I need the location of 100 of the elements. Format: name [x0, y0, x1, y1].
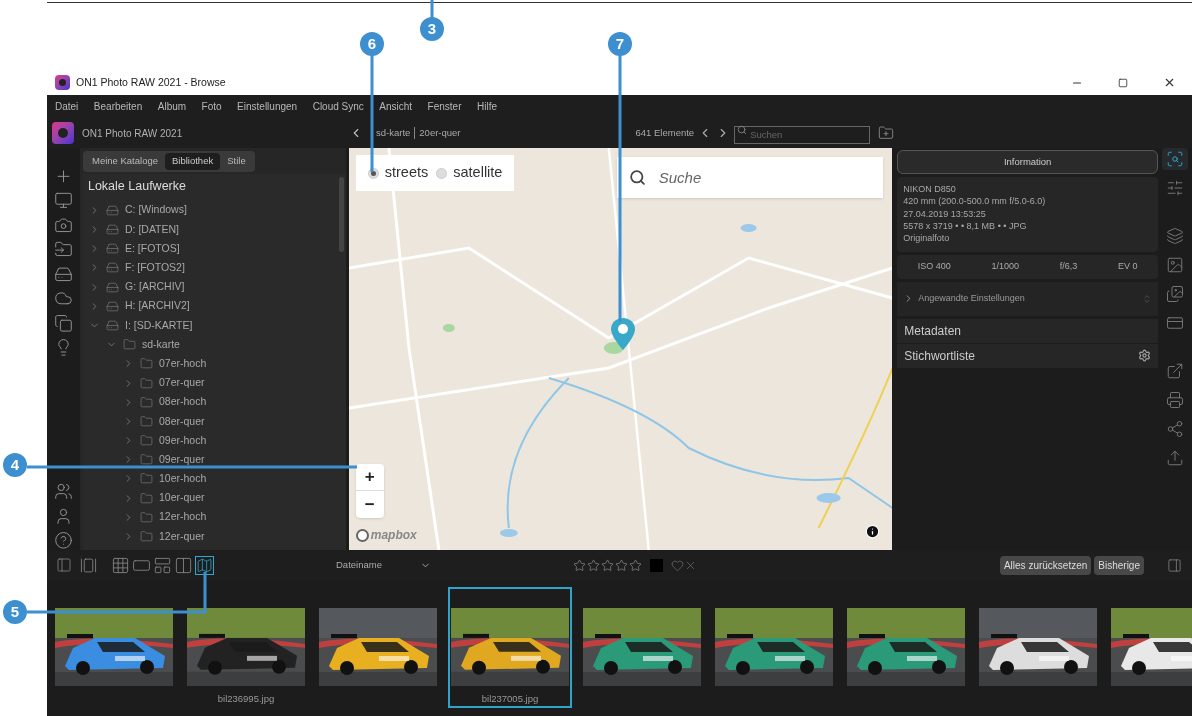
tree-label: D: [DATEN]	[124, 221, 180, 237]
folder-icon	[139, 395, 153, 409]
tree-item[interactable]: 07er-quer	[82, 373, 339, 393]
folder-icon	[139, 453, 153, 467]
tree-item[interactable]: 10er-hoch	[82, 469, 339, 489]
grid-view-icon[interactable]	[111, 555, 130, 575]
filmstrip-view-icon[interactable]	[153, 555, 172, 575]
section-header[interactable]: Metadaten	[897, 319, 1159, 343]
compare-view-icon[interactable]	[174, 555, 193, 575]
help-icon[interactable]	[54, 531, 73, 550]
radio-option[interactable]: satellite	[436, 162, 503, 184]
star-icon[interactable]	[614, 558, 628, 572]
info-line: 5578 x 3719 • • 8,1 MB • • JPG	[903, 220, 1028, 233]
exif-value: EV 0	[1118, 260, 1138, 274]
camera-icon[interactable]	[54, 215, 73, 235]
tree-item[interactable]: I: [SD-KARTE]	[82, 315, 339, 336]
folder-icon[interactable]	[54, 240, 73, 259]
star-icon[interactable]	[628, 558, 642, 572]
menu-item[interactable]: Cloud Sync	[312, 99, 364, 114]
star-icon[interactable]	[572, 558, 586, 572]
breadcrumb-item[interactable]: sd-karte	[376, 125, 411, 141]
folder-icon	[139, 472, 153, 486]
menu-item[interactable]: Ansicht	[379, 99, 413, 114]
tree-item[interactable]: 10er-quer	[82, 488, 339, 508]
sort-dropdown[interactable]: Dateiname	[336, 557, 431, 573]
menu-item[interactable]: Hilfe	[477, 99, 497, 114]
breadcrumb-item[interactable]: 20er-quer	[419, 125, 461, 141]
folder-icon	[139, 376, 153, 390]
tree-item[interactable]: 12er-quer	[82, 526, 339, 547]
tree-item[interactable]: E: [FOTOS]	[82, 239, 339, 259]
map-view-icon[interactable]	[195, 555, 214, 575]
menu-item[interactable]: Fenster	[427, 99, 462, 114]
settings-icon[interactable]	[1138, 349, 1152, 363]
section-header[interactable]: Stichwortliste	[897, 344, 1159, 368]
tree-item[interactable]: H: [ARCHIV2]	[82, 296, 339, 316]
tree-item[interactable]: sd-karte	[82, 335, 339, 355]
color-label-icon[interactable]	[649, 558, 663, 572]
tree-item[interactable]: 08er-hoch	[82, 392, 339, 412]
tree-item[interactable]: 12er-hoch	[82, 507, 339, 527]
info-icon[interactable]	[865, 524, 881, 539]
panel-tab[interactable]: Meine Kataloge	[84, 153, 165, 170]
star-icon[interactable]	[586, 558, 600, 572]
left-panel-toggle-icon[interactable]	[56, 557, 72, 573]
menu-item[interactable]: Album	[157, 99, 187, 114]
map-search-field[interactable]: Suche	[616, 157, 883, 198]
menu-item[interactable]: Foto	[201, 99, 222, 114]
tree-label: 12er-hoch	[158, 509, 207, 525]
information-button[interactable]: Information	[897, 150, 1159, 174]
devices-icon[interactable]	[54, 482, 73, 501]
thumbnail-cell[interactable]: bil236995.jpg	[184, 587, 308, 708]
tree-item[interactable]: 09er-hoch	[82, 431, 339, 451]
tree-label: C: [Windows]	[124, 202, 187, 218]
folder-icon[interactable]	[878, 125, 895, 141]
exif-value: ISO 400	[917, 260, 951, 274]
user-icon[interactable]	[54, 506, 73, 526]
tree-item[interactable]: G: [ARCHIV]	[82, 277, 339, 297]
toolbar-button[interactable]: Alles zurücksetzen	[999, 555, 1092, 575]
collapsible-section[interactable]: Angewandte Einstellungen	[897, 282, 1159, 316]
panel-tab[interactable]: Stile	[220, 153, 253, 170]
tree-item[interactable]: 08er-quer	[82, 411, 339, 431]
drive-icon[interactable]	[54, 264, 73, 284]
tree-item[interactable]: 07er-hoch	[82, 354, 339, 374]
callout-badge: 6	[360, 32, 384, 56]
heart-icon[interactable]	[670, 558, 684, 572]
panel-tab[interactable]: Bibliothek	[165, 153, 221, 170]
second-screen-icon[interactable]	[80, 556, 97, 574]
toolbar-button[interactable]: Bisherige	[1094, 555, 1144, 575]
monitor-icon[interactable]	[54, 191, 73, 211]
radio-icon[interactable]	[367, 167, 379, 179]
folder-icon	[139, 434, 153, 448]
tree-item[interactable]: F: [FOTOS2]	[82, 258, 339, 278]
albums-icon[interactable]	[54, 313, 73, 333]
star-rating[interactable]	[572, 558, 642, 572]
thumbnail-cell[interactable]: bil237005.jpg	[448, 587, 572, 708]
menu-item[interactable]: Einstellungen	[237, 99, 298, 114]
radio-option[interactable]: streets	[367, 162, 429, 184]
section-label: Stichwortliste	[904, 348, 976, 365]
tree-label: 09er-quer	[158, 451, 205, 467]
menu-item[interactable]: Datei	[55, 99, 79, 114]
right-panel-toggle-icon[interactable]	[1167, 557, 1182, 573]
star-icon[interactable]	[600, 558, 614, 572]
radio-icon[interactable]	[436, 167, 448, 179]
tree-label: 08er-hoch	[158, 394, 207, 410]
scrollbar-thumb[interactable]	[338, 177, 344, 252]
tree-item[interactable]: D: [DATEN]	[82, 219, 339, 240]
maximize-icon[interactable]	[1118, 77, 1128, 88]
tree-label: sd-karte	[141, 336, 180, 352]
menu-item[interactable]: Bearbeiten	[93, 99, 143, 114]
search-icon	[628, 169, 646, 186]
tree-label: F: [FOTOS2]	[124, 260, 185, 276]
folder-icon	[139, 414, 153, 428]
map-view[interactable]: streets satellite Suche + − mapbox	[348, 148, 893, 550]
zoom-in-button[interactable]: +	[355, 464, 384, 491]
tree-label: 07er-quer	[158, 375, 205, 391]
search-field[interactable]: Suchen	[734, 125, 871, 144]
tree-item[interactable]: C: [Windows]	[82, 200, 339, 220]
drive-icon	[105, 280, 119, 294]
zoom-out-button[interactable]: −	[355, 491, 384, 518]
exif-value: 1/1000	[991, 260, 1019, 274]
tree-item[interactable]: 09er-quer	[82, 450, 339, 470]
